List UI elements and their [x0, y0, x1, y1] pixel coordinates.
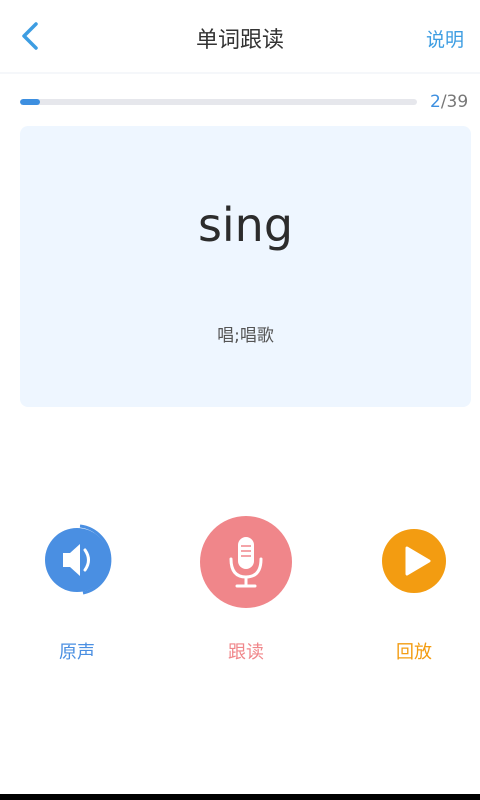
page-title: 单词跟读 — [195, 28, 284, 53]
progress-counter: 2/39 — [430, 92, 468, 112]
word-meaning: 唱;唱歌 — [217, 326, 274, 346]
follow-read-label: 跟读 — [228, 642, 264, 663]
progress-total: /39 — [440, 92, 469, 112]
bottom-edge — [0, 794, 480, 800]
header-bar: 单词跟读 说明 — [0, 0, 480, 74]
progress-bar — [20, 99, 417, 105]
original-sound-label: 原声 — [59, 642, 95, 663]
playback-button[interactable] — [382, 529, 446, 593]
progress-bar-fill — [20, 99, 40, 105]
help-link[interactable]: 说明 — [426, 25, 464, 52]
word-text: sing — [197, 198, 294, 252]
playback-label: 回放 — [396, 642, 432, 663]
microphone-icon — [200, 516, 292, 608]
play-icon — [382, 529, 446, 593]
progress-current: 2 — [430, 92, 441, 112]
word-card: sing 唱;唱歌 — [20, 126, 471, 407]
speaker-icon — [45, 524, 112, 595]
original-sound-button[interactable] — [42, 522, 118, 598]
follow-read-button[interactable] — [199, 515, 293, 609]
